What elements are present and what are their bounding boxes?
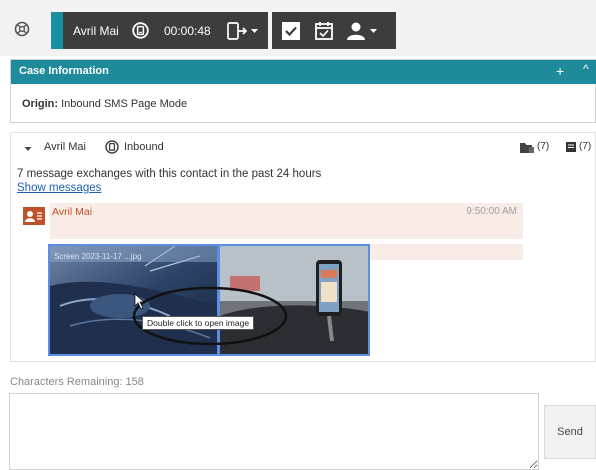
top-toolbar: Avril Mai 00:00:48 — [0, 0, 596, 56]
case-collapse-button[interactable]: ^ — [583, 62, 589, 76]
message-input[interactable] — [9, 393, 539, 470]
folder-icon[interactable] — [519, 141, 535, 154]
circle-annotation — [132, 286, 288, 346]
conversation-direction: Inbound — [124, 141, 164, 153]
sms-icon — [105, 140, 119, 154]
case-information-panel: Case Information + ^ Origin: Inbound SMS… — [10, 59, 596, 123]
message-bubble: Avril Mai 9:50:00 AM — [50, 203, 523, 239]
conversation-header[interactable]: Avril Mai Inbound (7) (7) — [10, 132, 596, 164]
case-origin-label: Origin: — [22, 98, 59, 110]
conversation-contact-name: Avril Mai — [44, 141, 86, 153]
case-information-title: Case Information — [19, 65, 109, 77]
chevron-down-icon[interactable] — [23, 143, 33, 153]
tools-bar — [272, 12, 396, 49]
transfer-icon[interactable] — [226, 21, 262, 41]
characters-remaining-label: Characters Remaining: 158 — [10, 376, 144, 388]
show-messages-link[interactable]: Show messages — [17, 182, 101, 194]
hold-icon[interactable] — [132, 22, 149, 39]
notes-count: (7) — [579, 141, 592, 152]
globe-icon[interactable] — [14, 21, 30, 37]
contact-card-icon — [23, 207, 45, 225]
case-add-button[interactable]: + — [556, 63, 564, 79]
add-contact-icon[interactable] — [345, 21, 379, 41]
image-attachment[interactable]: Screen 2023-11-17 ...jpg Double click to… — [48, 244, 370, 356]
caller-name: Avril Mai — [73, 24, 119, 38]
message-history-summary: 7 message exchanges with this contact in… — [17, 168, 322, 180]
call-control-bar: Avril Mai 00:00:48 — [51, 12, 268, 49]
image-tooltip: Double click to open image — [142, 316, 255, 330]
cursor-icon — [134, 293, 145, 310]
message-time: 9:50:00 AM — [466, 206, 517, 217]
conversation-body: 7 message exchanges with this contact in… — [10, 164, 596, 362]
case-information-header: Case Information + ^ — [11, 60, 596, 84]
calendar-icon[interactable] — [314, 21, 334, 41]
call-timer: 00:00:48 — [164, 24, 211, 38]
call-status-accent — [51, 12, 63, 49]
case-origin-value: Inbound SMS Page Mode — [61, 98, 188, 110]
notes-icon[interactable] — [565, 141, 577, 153]
send-button[interactable]: Send — [544, 405, 596, 459]
message-sender: Avril Mai — [52, 206, 93, 218]
checkbox-icon[interactable] — [281, 21, 301, 41]
case-origin-row: Origin: Inbound SMS Page Mode — [22, 98, 187, 110]
folder-count: (7) — [537, 141, 550, 152]
